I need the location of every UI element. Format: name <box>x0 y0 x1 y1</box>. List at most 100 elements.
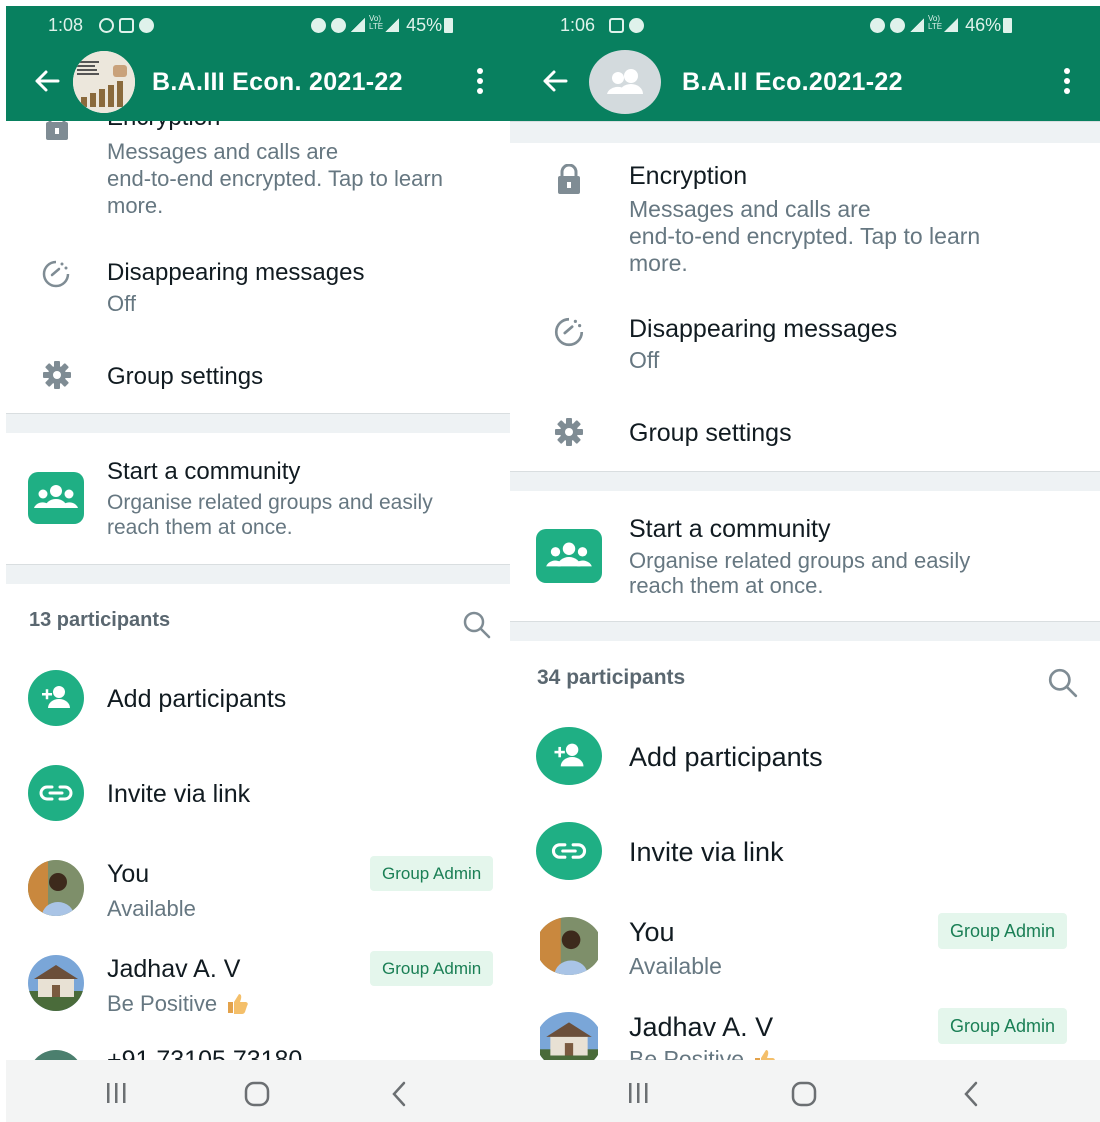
signal-icon-2 <box>944 18 959 32</box>
group-title[interactable]: B.A.II Eco.2021-22 <box>682 68 903 97</box>
section-divider-top <box>510 121 1100 143</box>
timer-icon <box>554 317 584 347</box>
group-settings-row[interactable]: Group settings <box>510 402 1100 462</box>
whatsapp-status-icon <box>99 18 114 33</box>
volte-icon: Vo) LTE <box>369 14 384 31</box>
disappearing-title: Disappearing messages <box>107 259 365 286</box>
back-nav-icon[interactable] <box>962 1081 980 1107</box>
status-bar: 1:06 Vo) LTE 46% <box>510 6 1100 44</box>
badge-label: Group Admin <box>382 863 482 883</box>
participant-status: Be Positive <box>107 991 218 1016</box>
signal-icon <box>351 18 366 32</box>
avatar <box>536 1012 602 1062</box>
group-title[interactable]: B.A.III Econ. 2021-22 <box>152 68 403 97</box>
back-arrow-icon[interactable] <box>30 64 64 98</box>
invite-via-link-row[interactable]: Invite via link <box>510 817 1100 887</box>
system-nav-bar <box>6 1060 510 1122</box>
add-participants-circle <box>536 727 602 785</box>
house-photo <box>540 1012 598 1062</box>
participant-name: You <box>107 860 150 888</box>
link-icon <box>551 843 587 859</box>
encryption-title: Encryption <box>629 162 748 190</box>
status-bar: 1:08 Vo) LTE 45% <box>6 6 510 44</box>
alarm-icon <box>311 18 326 33</box>
status-notification-icons <box>94 15 154 36</box>
group-admin-badge: Group Admin <box>938 913 1068 949</box>
community-desc-2: reach them at once. <box>629 573 824 598</box>
more-vert-icon[interactable] <box>475 66 485 96</box>
timer-icon <box>42 260 70 288</box>
gallery-status-icon <box>119 18 134 33</box>
section-divider <box>510 471 1100 491</box>
group-avatar[interactable] <box>589 50 661 114</box>
left-phone-screen: Encryption Messages and calls are end-to… <box>6 0 510 1122</box>
badge-label: Group Admin <box>950 920 1056 941</box>
add-participants-row[interactable]: Add participants <box>510 722 1100 792</box>
encryption-desc-1: Messages and calls are <box>107 139 339 164</box>
gear-icon <box>555 418 583 446</box>
back-nav-icon[interactable] <box>390 1081 408 1107</box>
group-settings-label: Group settings <box>107 363 264 390</box>
house-photo <box>28 955 84 1011</box>
back-arrow-icon[interactable] <box>538 64 572 98</box>
search-icon[interactable] <box>462 610 492 640</box>
gallery-status-icon <box>609 18 624 33</box>
participant-row[interactable]: Jadhav A. V Be Positive Group Admin <box>6 945 510 1025</box>
app-bar: B.A.II Eco.2021-22 <box>510 44 1100 121</box>
status-time: 1:06 <box>560 15 596 35</box>
recents-icon[interactable] <box>104 1082 128 1104</box>
battery-icon <box>1003 18 1013 33</box>
invite-link-label: Invite via link <box>107 780 251 808</box>
add-participants-label: Add participants <box>107 685 287 713</box>
disappearing-value: Off <box>107 291 136 316</box>
app-bar: B.A.III Econ. 2021-22 <box>6 44 510 121</box>
right-phone-screen: 1:06 Vo) LTE 46% B.A.II Eco.2021-22 Encr… <box>510 0 1100 1122</box>
encryption-desc-2: end-to-end encrypted. Tap to learn <box>629 223 981 249</box>
volte-icon: Vo) LTE <box>928 14 943 31</box>
jio-status-icon <box>139 18 154 33</box>
participant-row[interactable]: You Available Group Admin <box>510 907 1100 987</box>
community-title: Start a community <box>629 515 831 543</box>
encryption-row[interactable]: Encryption Messages and calls are end-to… <box>510 158 1100 288</box>
link-icon <box>39 785 73 801</box>
home-icon[interactable] <box>244 1081 270 1107</box>
battery-percent: 46% <box>965 15 1002 35</box>
participant-row[interactable]: Jadhav A. V Be Positive Group Admin <box>510 1002 1100 1062</box>
section-divider-2 <box>6 564 510 584</box>
group-avatar[interactable] <box>73 51 135 113</box>
add-participants-row[interactable]: Add participants <box>6 665 510 735</box>
invite-link-label: Invite via link <box>629 837 784 867</box>
disappearing-title: Disappearing messages <box>629 315 898 343</box>
avatar <box>28 955 84 1011</box>
community-icon <box>546 542 592 567</box>
system-nav-bar <box>510 1060 1100 1122</box>
participant-name: Jadhav A. V <box>107 955 241 983</box>
community-icon-box <box>536 529 602 583</box>
battery-icon <box>444 18 454 33</box>
recents-icon[interactable] <box>626 1082 650 1104</box>
community-desc-2: reach them at once. <box>107 516 293 539</box>
group-default-icon <box>607 69 643 94</box>
disappearing-messages-row[interactable]: Disappearing messages Off <box>6 250 510 330</box>
participant-status: Available <box>107 896 196 921</box>
more-vert-icon[interactable] <box>1062 66 1072 96</box>
home-icon[interactable] <box>791 1081 817 1107</box>
search-icon[interactable] <box>1047 667 1079 699</box>
alarm-icon <box>870 18 885 33</box>
participants-header: 13 participants <box>6 596 510 646</box>
participant-row[interactable]: You Available Group Admin <box>6 850 510 930</box>
participant-name: Jadhav A. V <box>629 1012 774 1042</box>
community-desc-1: Organise related groups and easily <box>629 548 971 573</box>
encryption-desc-2: end-to-end encrypted. Tap to learn <box>107 166 443 191</box>
invite-via-link-row[interactable]: Invite via link <box>6 760 510 830</box>
group-settings-row[interactable]: Group settings <box>6 345 510 405</box>
participant-name: You <box>629 917 675 947</box>
start-community-row[interactable]: Start a community Organise related group… <box>6 440 510 560</box>
invite-link-circle <box>28 765 84 821</box>
status-time: 1:08 <box>48 15 84 35</box>
participant-status: Available <box>629 953 722 979</box>
disappearing-messages-row[interactable]: Disappearing messages Off <box>510 307 1100 387</box>
start-community-row[interactable]: Start a community Organise related group… <box>510 497 1100 617</box>
encryption-desc-3: more. <box>629 250 688 276</box>
add-person-icon <box>42 686 70 708</box>
